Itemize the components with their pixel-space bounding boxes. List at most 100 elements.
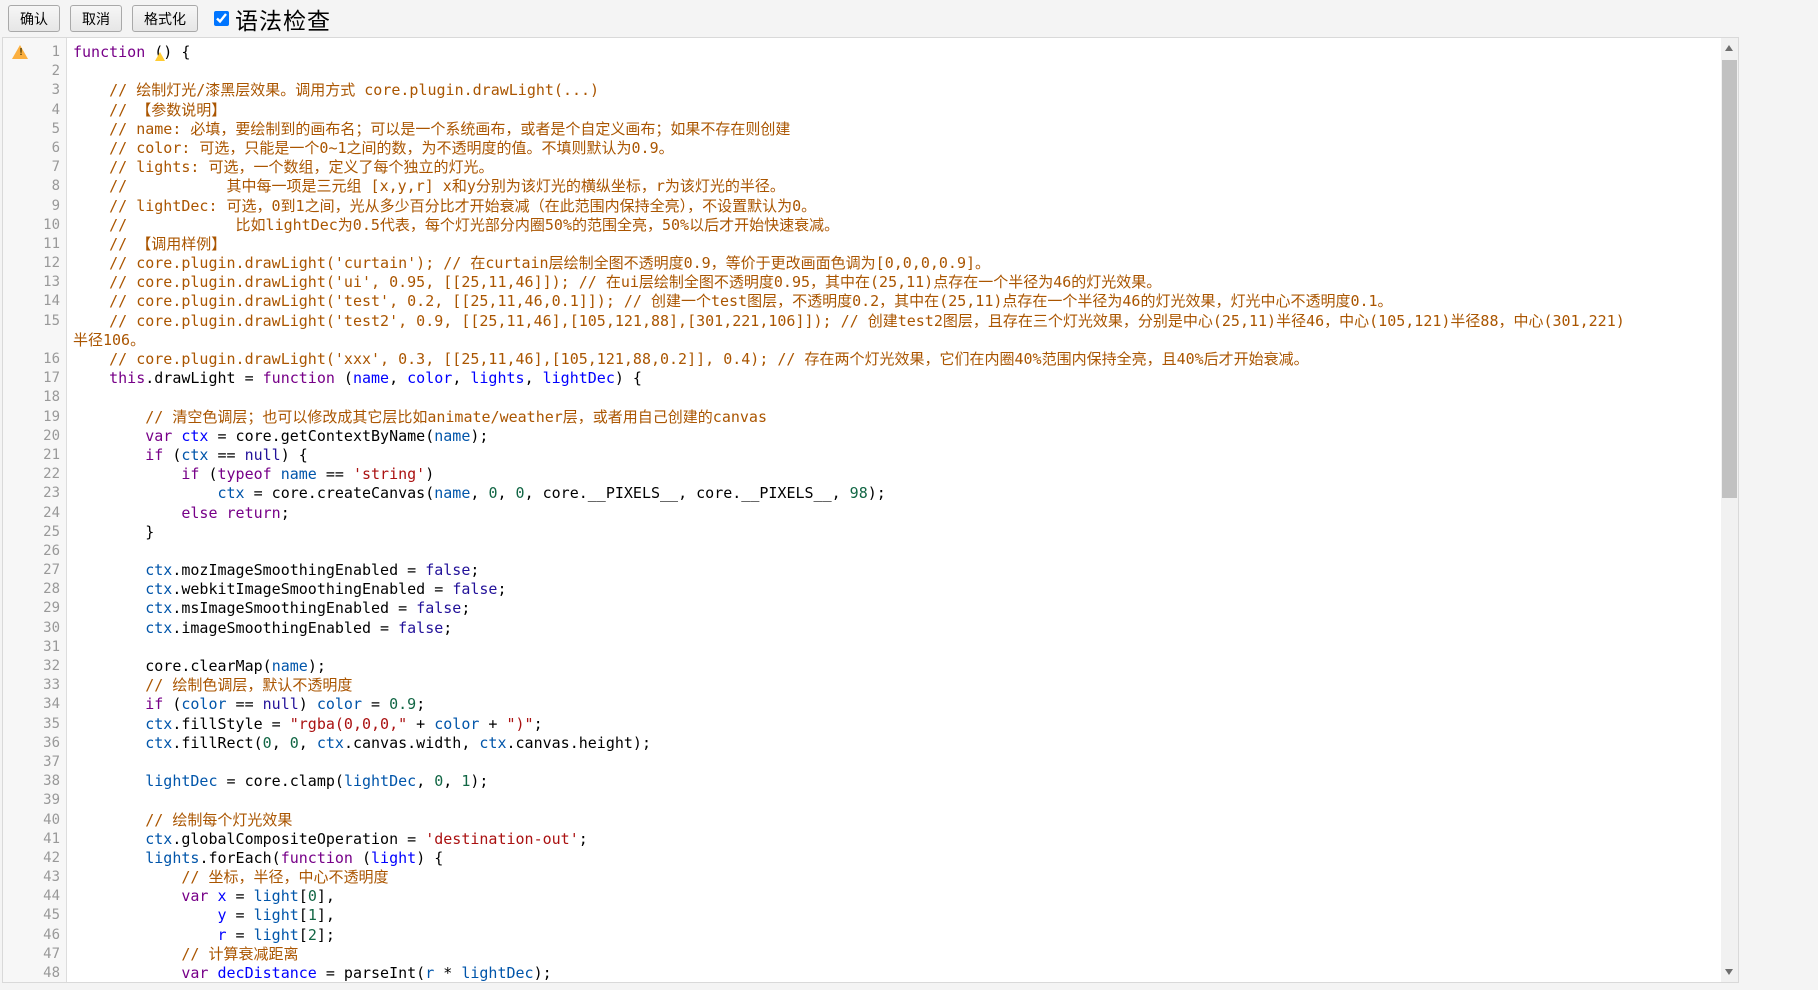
code-line[interactable]: if (color == null) color = 0.9; bbox=[73, 695, 1721, 714]
code-line[interactable]: // 绘制每个灯光效果 bbox=[73, 811, 1721, 830]
code-line[interactable] bbox=[73, 753, 1721, 772]
line-number: 32 bbox=[3, 657, 66, 676]
code-line[interactable]: // lightDec: 可选，0到1之间，光从多少百分比才开始衰减（在此范围内… bbox=[73, 197, 1721, 216]
line-number: 35 bbox=[3, 715, 66, 734]
code-line[interactable]: lightDec = core.clamp(lightDec, 0, 1); bbox=[73, 772, 1721, 791]
code-line[interactable]: ctx.webkitImageSmoothingEnabled = false; bbox=[73, 580, 1721, 599]
line-number: 38 bbox=[3, 772, 66, 791]
line-number: 9 bbox=[3, 197, 66, 216]
line-number: 25 bbox=[3, 523, 66, 542]
syntax-check-label: 语法检查 bbox=[235, 2, 331, 36]
code-line[interactable]: // 计算衰减距离 bbox=[73, 945, 1721, 964]
lint-warning-icon[interactable] bbox=[12, 45, 28, 59]
line-number: 40 bbox=[3, 811, 66, 830]
line-number: 19 bbox=[3, 408, 66, 427]
code-line[interactable]: // 清空色调层；也可以修改成其它层比如animate/weather层，或者用… bbox=[73, 408, 1721, 427]
code-line[interactable]: ctx.msImageSmoothingEnabled = false; bbox=[73, 599, 1721, 618]
line-number bbox=[3, 331, 66, 350]
line-number: 30 bbox=[3, 619, 66, 638]
code-line[interactable] bbox=[73, 791, 1721, 810]
line-number: 14 bbox=[3, 292, 66, 311]
code-line[interactable]: this.drawLight = function (name, color, … bbox=[73, 369, 1721, 388]
editor-gutter: 1234567891011121314151617181920212223242… bbox=[3, 38, 67, 982]
line-number: 24 bbox=[3, 504, 66, 523]
code-line[interactable]: // 绘制灯光/漆黑层效果。调用方式 core.plugin.drawLight… bbox=[73, 81, 1721, 100]
code-line[interactable]: // 坐标，半径，中心不透明度 bbox=[73, 868, 1721, 887]
code-line[interactable]: lights.forEach(function (light) { bbox=[73, 849, 1721, 868]
code-line[interactable]: ctx.imageSmoothingEnabled = false; bbox=[73, 619, 1721, 638]
line-number: 11 bbox=[3, 235, 66, 254]
line-number: 2 bbox=[3, 62, 66, 81]
scrollbar-thumb[interactable] bbox=[1722, 60, 1737, 498]
code-line[interactable]: // 其中每一项是三元组 [x,y,r] x和y分别为该灯光的横纵坐标，r为该灯… bbox=[73, 177, 1721, 196]
editor-code-area[interactable]: function () { // 绘制灯光/漆黑层效果。调用方式 core.pl… bbox=[68, 38, 1721, 982]
vertical-scrollbar[interactable] bbox=[1721, 38, 1738, 982]
code-line[interactable]: // 【调用样例】 bbox=[73, 235, 1721, 254]
code-line[interactable]: // name: 必填，要绘制到的画布名；可以是一个系统画布，或者是个自定义画布… bbox=[73, 120, 1721, 139]
line-number: 4 bbox=[3, 101, 66, 120]
line-number: 47 bbox=[3, 945, 66, 964]
scroll-down-button[interactable] bbox=[1721, 963, 1738, 980]
line-number: 21 bbox=[3, 446, 66, 465]
code-line[interactable]: } bbox=[73, 523, 1721, 542]
code-line[interactable]: ctx.fillRect(0, 0, ctx.canvas.width, ctx… bbox=[73, 734, 1721, 753]
code-line[interactable]: // core.plugin.drawLight('xxx', 0.3, [[2… bbox=[73, 350, 1721, 369]
code-line[interactable]: var ctx = core.getContextByName(name); bbox=[73, 427, 1721, 446]
line-number: 26 bbox=[3, 542, 66, 561]
line-number: 41 bbox=[3, 830, 66, 849]
code-line[interactable] bbox=[73, 638, 1721, 657]
confirm-button[interactable]: 确认 bbox=[8, 5, 60, 32]
line-number: 20 bbox=[3, 427, 66, 446]
code-line[interactable]: if (typeof name == 'string') bbox=[73, 465, 1721, 484]
line-number: 23 bbox=[3, 484, 66, 503]
syntax-check-group: 语法检查 bbox=[214, 2, 331, 36]
line-number: 42 bbox=[3, 849, 66, 868]
code-line[interactable]: // 【参数说明】 bbox=[73, 101, 1721, 120]
code-line[interactable]: var decDistance = parseInt(r * lightDec)… bbox=[73, 964, 1721, 982]
cancel-button[interactable]: 取消 bbox=[70, 5, 122, 32]
up-arrow-icon bbox=[1725, 45, 1733, 51]
line-number: 33 bbox=[3, 676, 66, 695]
format-button[interactable]: 格式化 bbox=[132, 5, 198, 32]
code-line[interactable]: 半径106。 bbox=[73, 331, 1721, 350]
code-line[interactable]: ctx.mozImageSmoothingEnabled = false; bbox=[73, 561, 1721, 580]
code-line[interactable]: // 比如lightDec为0.5代表，每个灯光部分内圈50%的范围全亮，50%… bbox=[73, 216, 1721, 235]
line-number: 46 bbox=[3, 926, 66, 945]
code-line[interactable] bbox=[73, 542, 1721, 561]
code-line[interactable]: // core.plugin.drawLight('curtain'); // … bbox=[73, 254, 1721, 273]
line-number: 15 bbox=[3, 312, 66, 331]
code-line[interactable] bbox=[73, 62, 1721, 81]
code-line[interactable]: // 绘制色调层，默认不透明度 bbox=[73, 676, 1721, 695]
line-number: 16 bbox=[3, 350, 66, 369]
code-line[interactable]: function () { bbox=[73, 43, 1721, 62]
code-line[interactable]: // core.plugin.drawLight('test2', 0.9, [… bbox=[73, 312, 1721, 331]
line-number: 48 bbox=[3, 964, 66, 983]
line-number: 3 bbox=[3, 81, 66, 100]
code-line[interactable]: ctx.globalCompositeOperation = 'destinat… bbox=[73, 830, 1721, 849]
code-line[interactable]: // lights: 可选，一个数组，定义了每个独立的灯光。 bbox=[73, 158, 1721, 177]
code-line[interactable]: core.clearMap(name); bbox=[73, 657, 1721, 676]
line-number: 27 bbox=[3, 561, 66, 580]
line-number: 17 bbox=[3, 369, 66, 388]
line-number: 7 bbox=[3, 158, 66, 177]
scroll-up-button[interactable] bbox=[1721, 40, 1738, 57]
code-line[interactable] bbox=[73, 388, 1721, 407]
code-line[interactable]: ctx = core.createCanvas(name, 0, 0, core… bbox=[73, 484, 1721, 503]
code-line[interactable]: y = light[1], bbox=[73, 906, 1721, 925]
code-line[interactable]: ctx.fillStyle = "rgba(0,0,0," + color + … bbox=[73, 715, 1721, 734]
line-number: 22 bbox=[3, 465, 66, 484]
syntax-check-checkbox[interactable] bbox=[214, 11, 229, 26]
code-line[interactable]: r = light[2]; bbox=[73, 926, 1721, 945]
line-number: 31 bbox=[3, 638, 66, 657]
code-line[interactable]: // color: 可选，只能是一个0~1之间的数，为不透明度的值。不填则默认为… bbox=[73, 139, 1721, 158]
code-line[interactable]: var x = light[0], bbox=[73, 887, 1721, 906]
code-line[interactable]: else return; bbox=[73, 504, 1721, 523]
line-number: 13 bbox=[3, 273, 66, 292]
code-line[interactable]: if (ctx == null) { bbox=[73, 446, 1721, 465]
line-number: 28 bbox=[3, 580, 66, 599]
line-number: 6 bbox=[3, 139, 66, 158]
code-line[interactable]: // core.plugin.drawLight('test', 0.2, [[… bbox=[73, 292, 1721, 311]
code-editor[interactable]: 1234567891011121314151617181920212223242… bbox=[2, 37, 1739, 983]
code-line[interactable]: // core.plugin.drawLight('ui', 0.95, [[2… bbox=[73, 273, 1721, 292]
line-number: 18 bbox=[3, 388, 66, 407]
